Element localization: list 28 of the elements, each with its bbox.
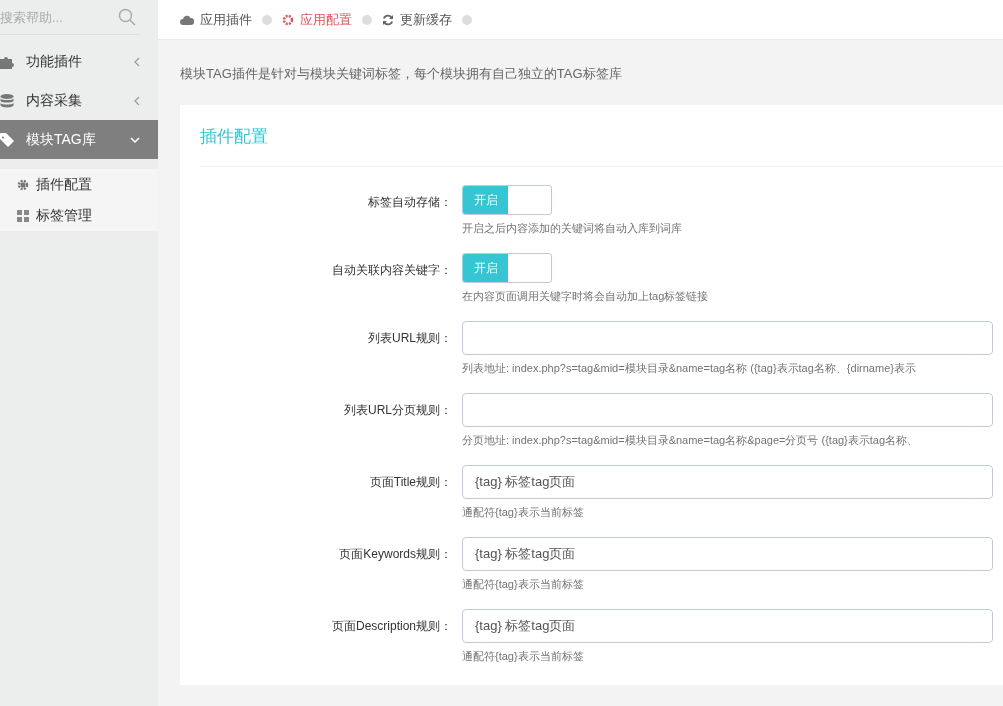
description-text: 模块TAG插件是针对与模块关键词标签，每个模块拥有自己独立的TAG标签库: [180, 65, 623, 83]
input-field[interactable]: {tag} 标签tag页面: [462, 609, 993, 643]
input-field[interactable]: {tag} 标签tag页面: [462, 537, 993, 571]
breadcrumb-link[interactable]: 应用插件: [180, 9, 252, 30]
card-title: 插件配置: [200, 126, 268, 148]
search-field[interactable]: 搜索帮助...: [0, 2, 110, 32]
help-text: 通配符{tag}表示当前标签: [462, 577, 585, 591]
sidebar-subitem[interactable]: 插件配置: [0, 169, 158, 200]
help-text: 分页地址: index.php?s=tag&mid=模块目录&name=tag名称&page=分页号 ({tag}表示tag名称、: [462, 433, 920, 447]
sidebar-item[interactable]: 内容采集: [0, 81, 158, 120]
input-field[interactable]: {tag} 标签tag页面: [462, 465, 993, 499]
breadcrumb-link[interactable]: 应用配置: [282, 9, 352, 30]
field-label: 页面Description规则：: [331, 619, 452, 633]
help-text: 在内容页面调用关键字时将会自动加上tag标签链接: [462, 289, 709, 303]
help-text: 列表地址: index.php?s=tag&mid=模块目录&name=tag名称 ({tag}表示tag名称、{dirname}表示: [462, 361, 917, 375]
sidebar-subitem[interactable]: 标签管理: [0, 200, 158, 231]
field-label: 列表URL分页规则：: [344, 403, 452, 417]
field-label: 列表URL规则：: [368, 331, 452, 345]
breadcrumb-link[interactable]: 更新缓存: [382, 9, 452, 30]
help-text: 通配符{tag}表示当前标签: [462, 649, 585, 663]
sidebar-item[interactable]: 模块TAG库: [0, 120, 158, 159]
field-label: 标签自动存储：: [368, 195, 452, 209]
field-label: 自动关联内容关键字：: [332, 263, 452, 277]
field-label: 页面Title规则：: [369, 475, 452, 489]
help-text: 通配符{tag}表示当前标签: [462, 505, 585, 519]
help-text: 开启之后内容添加的关键词将自动入库到词库: [462, 221, 682, 235]
sidebar-item[interactable]: 功能插件: [0, 42, 158, 81]
field-label: 页面Keywords规则：: [339, 547, 452, 561]
